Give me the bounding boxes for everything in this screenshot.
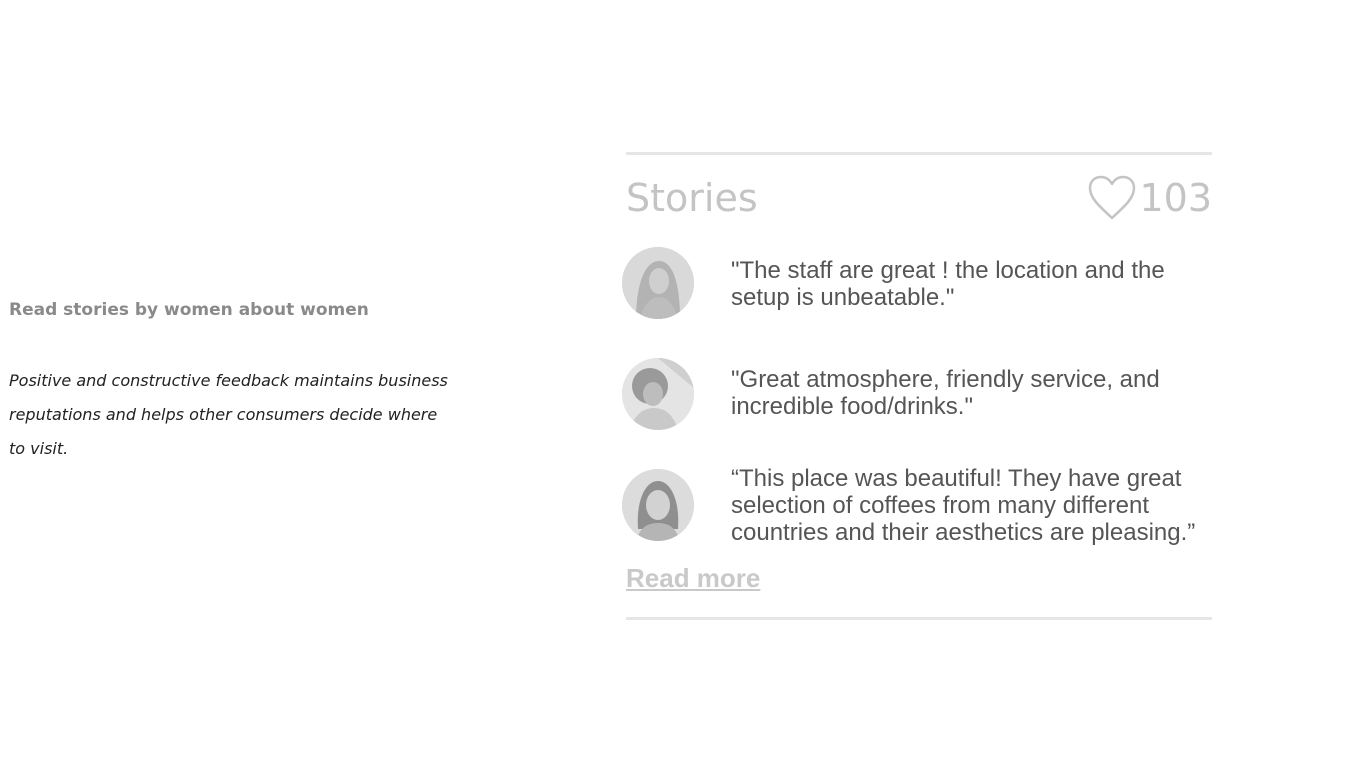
intro-heading: Read stories by women about women	[9, 300, 369, 320]
intro-section: Read stories by women about women Positi…	[9, 296, 449, 466]
like-count: 103	[1139, 176, 1212, 220]
story-quote: “This place was beautiful! They have gre…	[731, 465, 1196, 546]
heart-outline-icon[interactable]	[1087, 174, 1137, 222]
user-photo-icon	[622, 358, 694, 430]
stories-card: Stories 103 "The staff are great ! the l…	[622, 152, 1212, 620]
user-photo-icon	[622, 247, 694, 319]
user-photo-icon	[622, 469, 694, 541]
story-quote: "Great atmosphere, friendly service, and…	[731, 366, 1160, 420]
stories-header: Stories 103	[626, 173, 1212, 223]
like-counter[interactable]: 103	[1087, 173, 1212, 223]
avatar	[622, 358, 694, 430]
avatar	[622, 247, 694, 319]
intro-description: Positive and constructive feedback maint…	[9, 371, 448, 458]
story-quote: "The staff are great ! the location and …	[731, 257, 1165, 311]
stories-title: Stories	[626, 176, 758, 220]
read-more-link[interactable]: Read more	[626, 563, 760, 594]
avatar	[622, 469, 694, 541]
